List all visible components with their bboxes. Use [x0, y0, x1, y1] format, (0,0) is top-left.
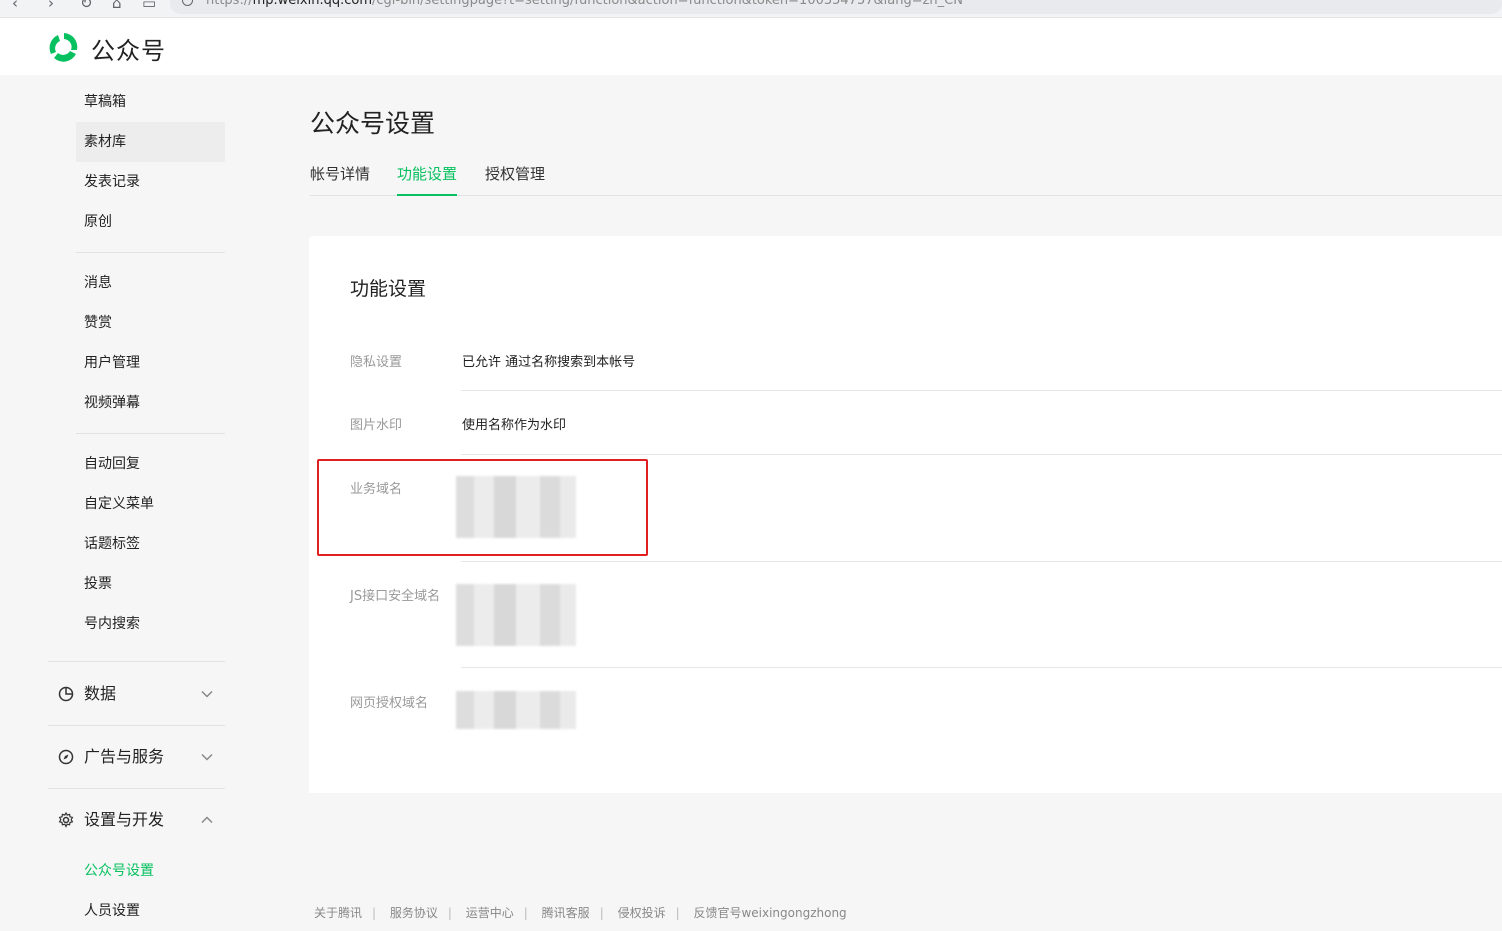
forward-icon[interactable]: ›	[48, 0, 54, 12]
sidebar-item-drafts[interactable]: 草稿箱	[76, 82, 225, 122]
sidebar-divider	[48, 725, 225, 726]
sidebar: 草稿箱 素材库 发表记录 原创 消息 赞赏 用户管理 视频弹幕 自动回复 自定义…	[0, 75, 250, 919]
sidebar-divider	[76, 252, 225, 253]
sidebar-group-data[interactable]: 数据	[48, 674, 225, 714]
sidebar-item-user-management[interactable]: 用户管理	[76, 343, 225, 383]
sidebar-item-account-settings[interactable]: 公众号设置	[76, 851, 225, 891]
sidebar-item-messages[interactable]: 消息	[76, 263, 225, 303]
sidebar-group-label: 数据	[84, 684, 117, 703]
page-title: 公众号设置	[310, 109, 436, 138]
chevron-down-icon	[201, 690, 213, 698]
sidebar-item-account-search[interactable]: 号内搜索	[76, 604, 225, 644]
row-divider	[461, 561, 1502, 562]
row-divider	[461, 667, 1502, 668]
sidebar-divider	[48, 661, 225, 662]
js-safe-domain-redacted	[456, 584, 576, 646]
card-title: 功能设置	[350, 278, 427, 300]
sidebar-item-publish-records[interactable]: 发表记录	[76, 162, 225, 202]
footer-link-about[interactable]: 关于腾讯	[314, 906, 362, 920]
footer-links: 关于腾讯 | 服务协议 | 运营中心 | 腾讯客服 | 侵权投诉 | 反馈官号weixin…	[314, 906, 847, 920]
home-icon[interactable]: ⌂	[112, 0, 122, 12]
back-icon[interactable]: ‹	[12, 0, 18, 12]
sidebar-item-auto-reply[interactable]: 自动回复	[76, 444, 225, 484]
sidebar-item-voting[interactable]: 投票	[76, 564, 225, 604]
sidebar-item-original[interactable]: 原创	[76, 202, 225, 242]
footer-link-operations-center[interactable]: 运营中心	[466, 906, 514, 920]
footer-link-infringement[interactable]: 侵权投诉	[618, 906, 666, 920]
sidebar-item-materials[interactable]: 素材库	[76, 122, 225, 162]
address-bar[interactable]: https://mp.weixin.qq.com/cgi-bin/setting…	[170, 0, 1502, 14]
settings-tabs: 帐号详情 功能设置 授权管理	[310, 160, 1502, 196]
chevron-up-icon	[201, 816, 213, 824]
web-auth-domain-redacted	[456, 691, 576, 729]
web-auth-domain-label: 网页授权域名	[350, 696, 429, 711]
js-safe-domain-label: JS接口安全域名	[350, 589, 441, 604]
site-info-icon[interactable]	[182, 0, 193, 6]
tab-account-details[interactable]: 帐号详情	[310, 160, 370, 196]
footer-link-feedback[interactable]: 反馈官号weixingongzhong	[693, 906, 846, 920]
wechat-official-logo-icon[interactable]	[46, 30, 82, 64]
sidebar-divider	[76, 433, 225, 434]
sidebar-item-custom-menu[interactable]: 自定义菜单	[76, 484, 225, 524]
sidebar-divider	[48, 788, 225, 789]
url-text: https://mp.weixin.qq.com/cgi-bin/setting…	[206, 0, 963, 8]
sidebar-item-video-danmaku[interactable]: 视频弹幕	[76, 383, 225, 423]
sidebar-group-settings-dev[interactable]: 设置与开发	[48, 800, 225, 840]
image-watermark-label: 图片水印	[350, 418, 403, 433]
reload-icon[interactable]: ↻	[80, 0, 93, 12]
sidebar-item-staff-settings[interactable]: 人员设置	[76, 891, 225, 931]
row-divider	[461, 454, 1502, 455]
annotation-highlight-box	[317, 459, 648, 556]
tab-authorization-management[interactable]: 授权管理	[485, 160, 545, 196]
sidebar-item-rewards[interactable]: 赞赏	[76, 303, 225, 343]
sidebar-group-label: 广告与服务	[84, 747, 165, 766]
compass-icon	[58, 749, 74, 765]
image-watermark-value: 使用名称作为水印	[462, 418, 567, 433]
footer-link-service-agreement[interactable]: 服务协议	[390, 906, 438, 920]
privacy-settings-label: 隐私设置	[350, 355, 403, 370]
footer-link-customer-service[interactable]: 腾讯客服	[542, 906, 590, 920]
top-header: 公众号	[0, 18, 1502, 75]
tab-function-settings[interactable]: 功能设置	[397, 160, 458, 196]
bookmark-icon[interactable]: ▭	[142, 0, 156, 12]
browser-toolbar: ‹ › ↻ ⌂ ▭ https://mp.weixin.qq.com/cgi-b…	[0, 0, 1502, 18]
pie-chart-icon	[58, 686, 74, 702]
privacy-settings-value: 已允许 通过名称搜索到本帐号	[462, 355, 636, 370]
gear-icon	[58, 812, 74, 828]
chevron-down-icon	[201, 753, 213, 761]
brand-title[interactable]: 公众号	[91, 31, 166, 66]
sidebar-group-label: 设置与开发	[84, 810, 165, 829]
row-divider	[461, 390, 1502, 391]
sidebar-item-topic-tags[interactable]: 话题标签	[76, 524, 225, 564]
sidebar-group-ads-services[interactable]: 广告与服务	[48, 737, 225, 777]
